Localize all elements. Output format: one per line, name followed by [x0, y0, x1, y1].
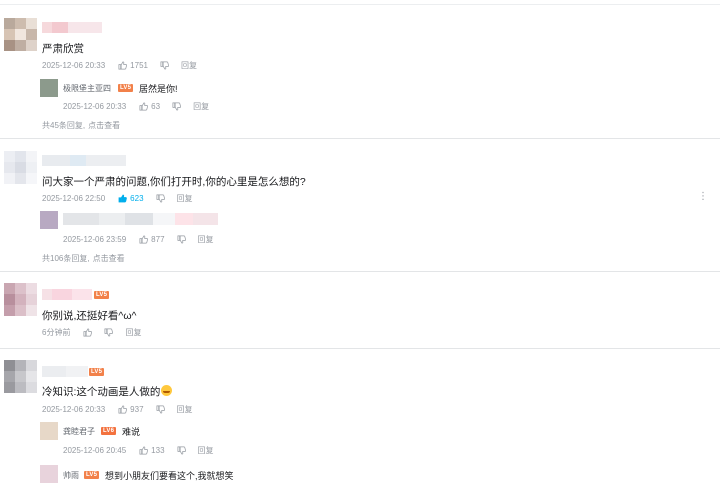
comment-meta: 2025-12-06 20:33 937 回复 [42, 404, 193, 415]
thumbs-down-icon [156, 194, 165, 203]
level-badge: LV5 [94, 291, 110, 299]
reply-button[interactable]: 回复 [193, 101, 209, 112]
level-badge: LV6 [101, 427, 117, 435]
like-count: 133 [151, 446, 165, 455]
like-count: 1751 [130, 61, 148, 70]
sub-reply-meta: 2025-12-06 20:33 63 回复 [63, 101, 209, 112]
reply-count: 共106条回复, [42, 254, 90, 263]
avatar[interactable] [4, 360, 37, 393]
thumbs-up-icon [139, 235, 149, 244]
reply-button[interactable]: 回复 [181, 60, 197, 71]
view-replies-link[interactable]: 点击查看 [88, 121, 120, 130]
comment-text: 严肃欣赏 [42, 43, 84, 55]
more-vertical-icon[interactable]: ⋮ [698, 191, 708, 202]
avatar[interactable] [4, 18, 37, 51]
reply-button[interactable]: 回复 [198, 234, 214, 245]
reply-summary: 共106条回复, 点击查看 [42, 253, 125, 264]
dislike-button[interactable] [160, 61, 169, 70]
thumbs-up-icon [139, 446, 149, 455]
sub-reply-text: 想到小朋友们要看这个,我就想笑 [105, 471, 234, 481]
sub-reply-text: 难说 [122, 427, 141, 437]
like-button[interactable]: 877 [139, 235, 165, 244]
comment-meta: 2025-12-06 20:33 1751 回复 [42, 60, 197, 71]
dislike-button[interactable] [172, 102, 182, 111]
like-button[interactable]: 133 [139, 446, 165, 455]
dislike-button[interactable] [104, 328, 114, 337]
like-button[interactable]: 937 [118, 405, 144, 414]
thumbs-down-icon [172, 102, 182, 111]
like-count: 877 [151, 235, 165, 244]
thumbs-up-icon [118, 194, 128, 203]
like-count: 937 [130, 405, 144, 414]
sub-reply-username[interactable]: 龚睦君子 [63, 426, 95, 437]
comment-meta: 6分钟前 回复 [42, 327, 141, 338]
reply-button[interactable]: 回复 [125, 327, 141, 338]
like-count: 623 [130, 194, 144, 203]
sub-reply-avatar[interactable] [40, 422, 58, 440]
like-button[interactable]: 1751 [118, 61, 148, 70]
level-badge: LV5 [89, 368, 105, 376]
sub-reply-text: 居然是你! [139, 84, 178, 94]
reply-summary: 共45条回复, 点击查看 [42, 120, 120, 131]
thumbs-down-icon [160, 61, 169, 70]
comment-text: 冷知识:这个动画是人做的 [42, 384, 173, 399]
thumbs-down-icon [104, 328, 114, 337]
thumbs-up-icon [118, 405, 128, 414]
dislike-button[interactable] [177, 446, 186, 455]
comment-date: 2025-12-06 22:50 [42, 194, 106, 203]
view-replies-link[interactable]: 点击查看 [93, 254, 125, 263]
sub-reply-username[interactable]: 极限堡主亚四 [63, 83, 111, 94]
reply-button[interactable]: 回复 [198, 445, 214, 456]
sub-reply-date: 2025-12-06 20:45 [63, 446, 127, 455]
thumbs-down-icon [177, 235, 186, 244]
sub-reply-date: 2025-12-06 20:33 [63, 102, 127, 111]
sub-reply-meta: 2025-12-06 23:59 877 回复 [63, 234, 214, 245]
sub-reply-avatar[interactable] [40, 465, 58, 483]
like-button[interactable]: 63 [139, 102, 160, 111]
sub-reply-date: 2025-12-06 23:59 [63, 235, 127, 244]
thumbs-up-icon [118, 61, 128, 70]
sub-reply-avatar[interactable] [40, 79, 58, 97]
laughing-emoji-icon [161, 385, 173, 396]
comment-meta: 2025-12-06 22:50 623 回复 [42, 193, 193, 204]
comment-divider [0, 348, 720, 349]
comment-text: 你别说,还挺好看^ω^ [42, 310, 137, 322]
comment-date: 2025-12-06 20:33 [42, 61, 106, 70]
avatar[interactable] [4, 283, 37, 316]
comment-text: 问大家一个严肃的问题,你们打开时,你的心里是怎么想的? [42, 176, 306, 188]
sub-reply-avatar[interactable] [40, 211, 58, 229]
top-divider [0, 4, 720, 5]
level-badge: LV5 [84, 471, 100, 479]
like-button[interactable] [83, 328, 93, 337]
comment-divider [0, 138, 720, 139]
avatar[interactable] [4, 151, 37, 184]
comment-date: 6分钟前 [42, 328, 71, 337]
like-count: 63 [151, 102, 161, 111]
reply-button[interactable]: 回复 [177, 404, 193, 415]
reply-count: 共45条回复, [42, 121, 86, 130]
comment-text-content: 冷知识:这个动画是人做的 [42, 386, 161, 398]
dislike-button[interactable] [156, 405, 165, 414]
thumbs-down-icon [177, 446, 186, 455]
comment-divider [0, 271, 720, 272]
comment-date: 2025-12-06 20:33 [42, 405, 106, 414]
sub-reply-content-blurred [63, 213, 218, 225]
thumbs-up-icon [83, 328, 93, 337]
sub-reply-meta: 2025-12-06 20:45 133 回复 [63, 445, 214, 456]
dislike-button[interactable] [156, 194, 165, 203]
thumbs-up-icon [139, 102, 149, 111]
thumbs-down-icon [156, 405, 165, 414]
dislike-button[interactable] [177, 235, 186, 244]
sub-reply-username[interactable]: 帅雨 [63, 470, 79, 481]
reply-button[interactable]: 回复 [177, 193, 193, 204]
level-badge: LV5 [118, 84, 134, 92]
like-button[interactable]: 623 [118, 194, 144, 203]
